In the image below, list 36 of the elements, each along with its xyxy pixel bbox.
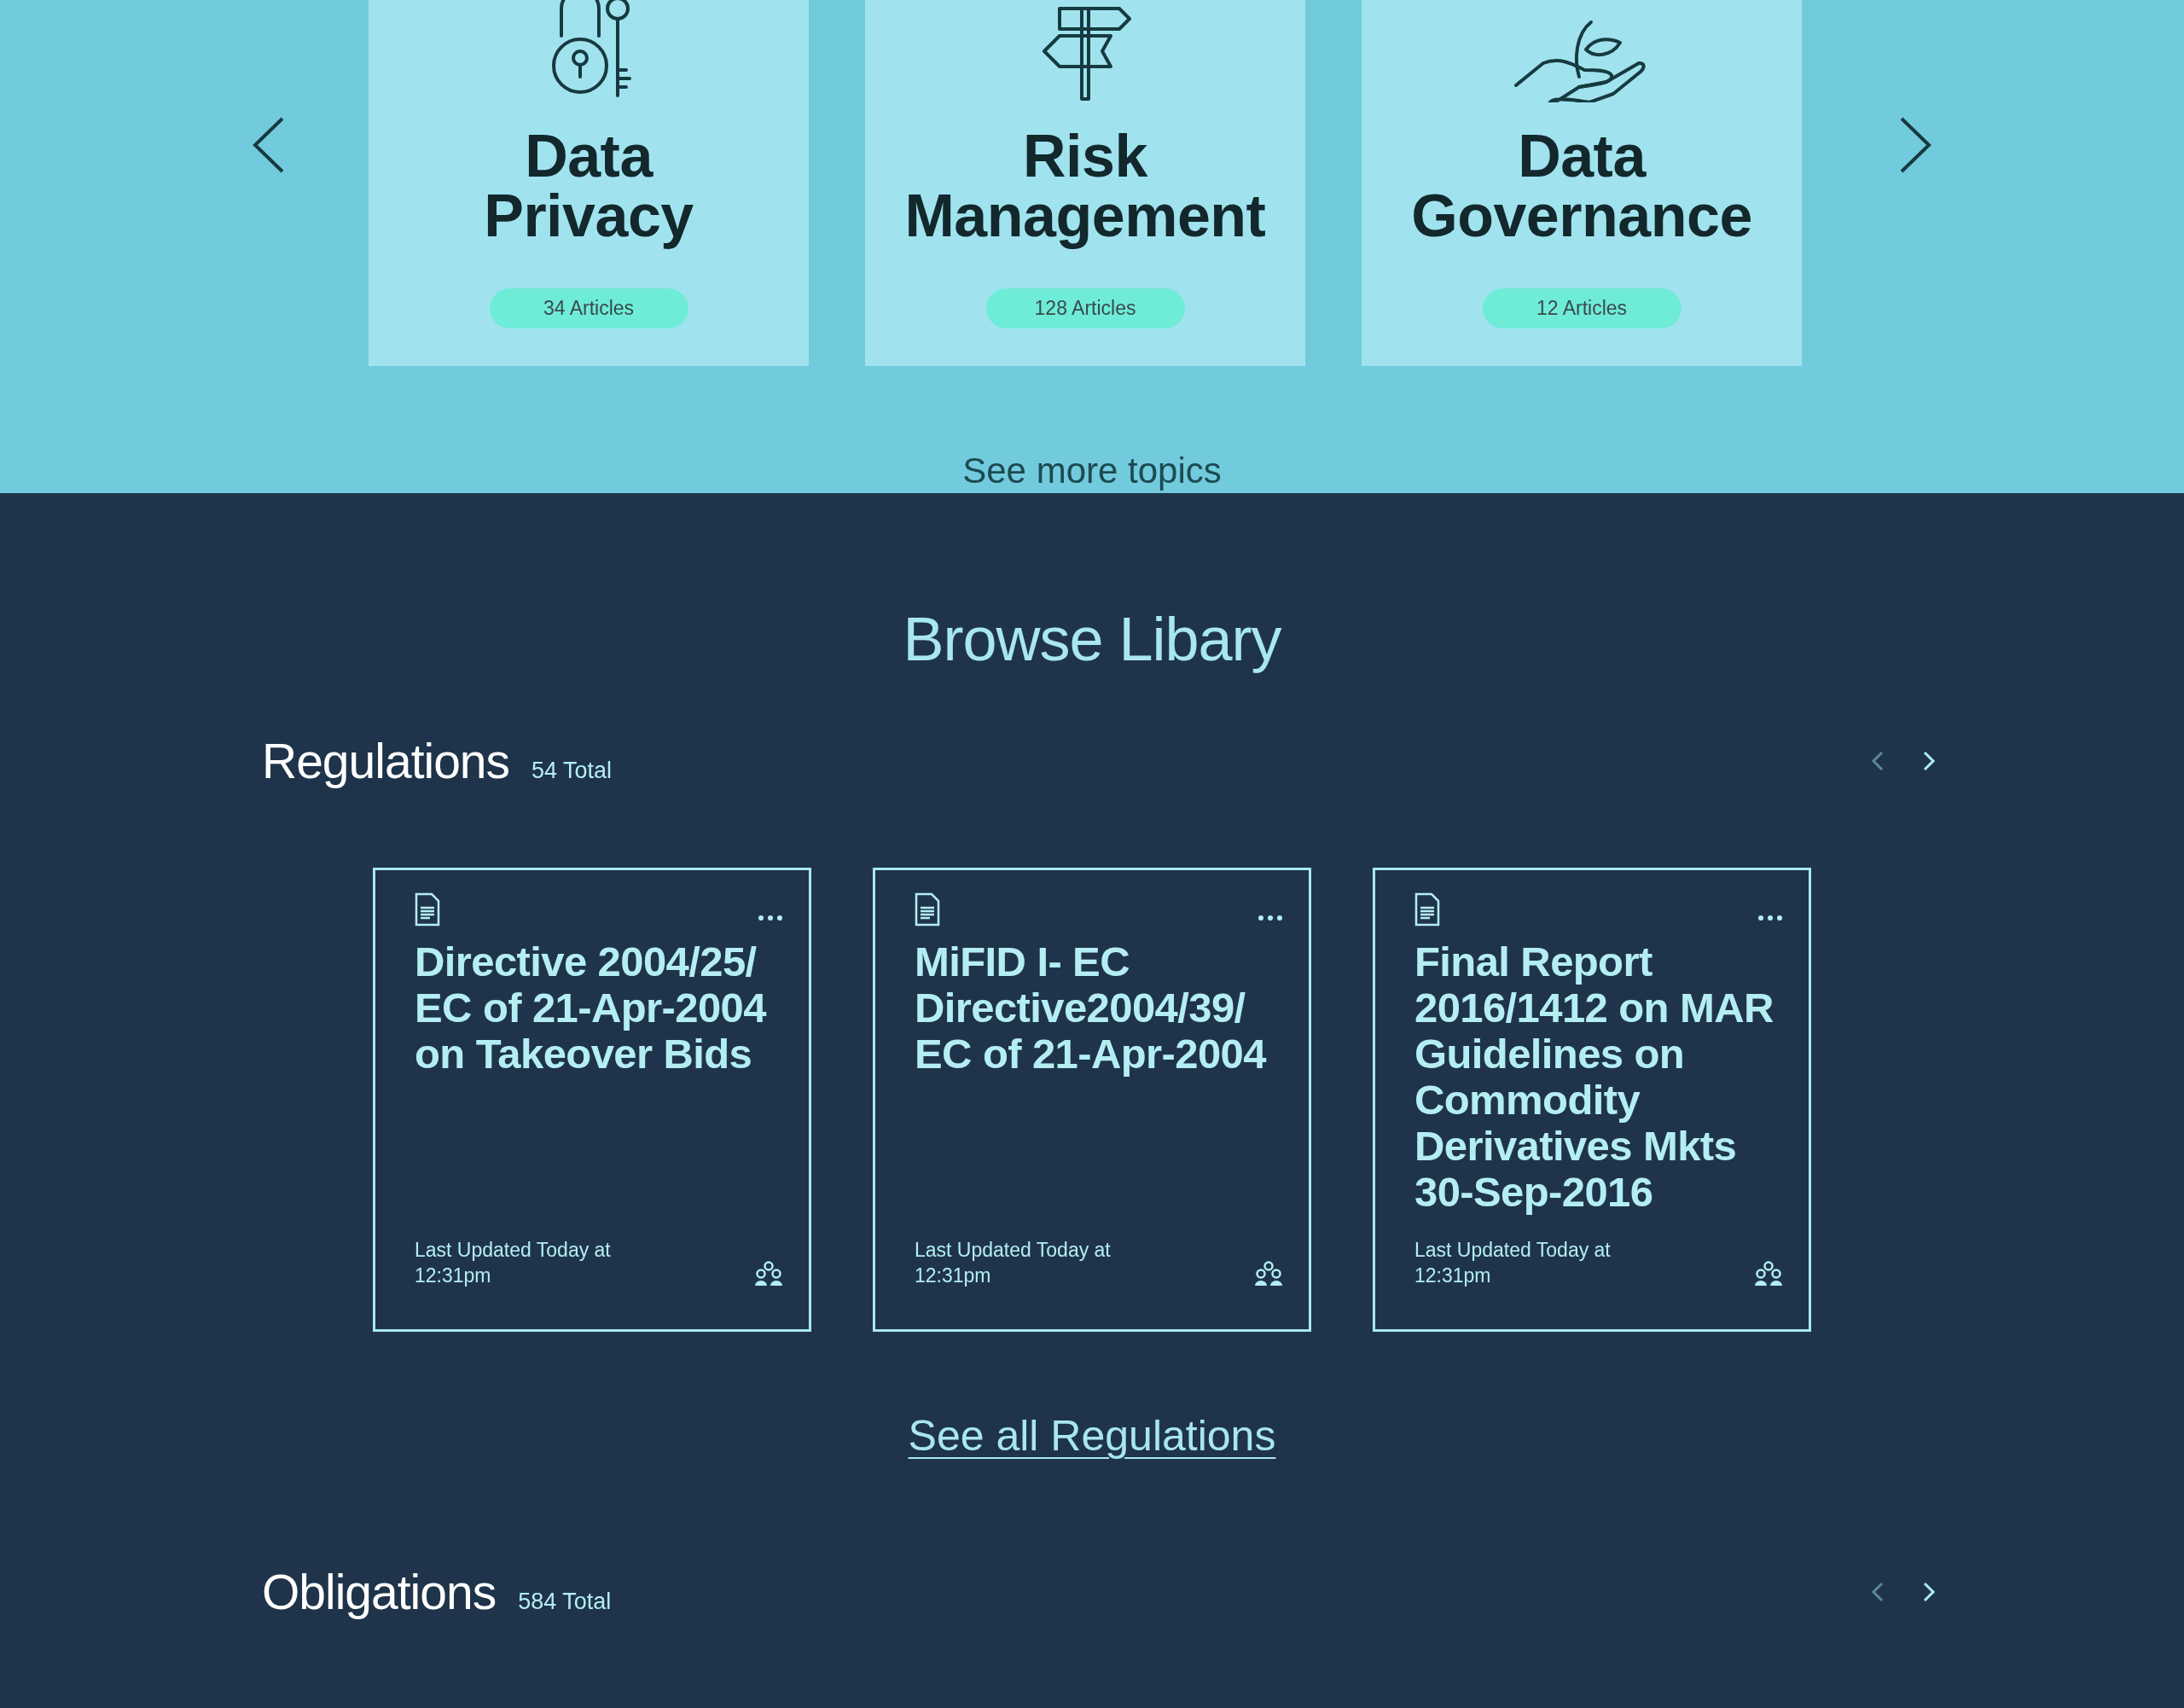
article-count-badge: 12 Articles (1482, 288, 1682, 328)
topic-card[interactable]: Data Privacy 34 Articles (369, 0, 809, 366)
document-card[interactable]: Directive 2004/25/ EC of 21-Apr-2004 on Takeover Bids Last Updated Today at 12:31pm (373, 868, 811, 1332)
more-options-icon[interactable] (1258, 915, 1283, 921)
category-heading: Obligations (262, 1564, 497, 1621)
next-arrow[interactable] (1898, 115, 1932, 175)
previous-arrow[interactable] (252, 115, 286, 175)
more-options-icon[interactable] (1757, 915, 1783, 921)
article-count-badge: 128 Articles (985, 288, 1185, 328)
people-icon (1754, 1261, 1783, 1287)
people-icon (754, 1261, 783, 1287)
topic-card[interactable]: Risk Management 128 Articles (865, 0, 1305, 366)
last-updated-text: Last Updated Today at 12:31pm (1414, 1238, 1612, 1288)
last-updated-text: Last Updated Today at 12:31pm (915, 1238, 1112, 1288)
see-all-link[interactable]: See all Regulations (908, 1410, 1276, 1461)
next-arrow[interactable] (1921, 750, 1937, 772)
next-arrow[interactable] (1921, 1581, 1937, 1603)
last-updated-text: Last Updated Today at 12:31pm (415, 1238, 612, 1288)
total-count: 584 Total (518, 1589, 612, 1615)
document-title: Final Report 2016/1412 on MAR Guidelines on Commodity Derivatives Mkts 30-Sep-2016 (1414, 938, 1774, 1217)
see-more-link[interactable]: See more topics (962, 450, 1222, 491)
document-card[interactable]: MiFID I- EC Directive2004/39/ EC of 21-Apr-2004 Last Updated Today at 12:31pm (873, 868, 1311, 1332)
total-count: 54 Total (531, 758, 613, 784)
document-title: MiFID I- EC Directive2004/39/ EC of 21-Apr-2004 (915, 938, 1268, 1078)
more-options-icon[interactable] (758, 915, 783, 921)
document-icon (1414, 892, 1440, 927)
topic-card[interactable]: Data Governance 12 Articles (1362, 0, 1802, 366)
document-card[interactable]: Final Report 2016/1412 on MAR Guidelines on Commodity Derivatives Mkts 30-Sep-2016 Last Updated Today at 12:31pm (1373, 868, 1811, 1332)
section-title: Browse Libary (903, 604, 1281, 675)
article-count-badge: 34 Articles (489, 288, 688, 328)
topic-title: Data Governance (1411, 126, 1752, 246)
document-icon (915, 892, 940, 927)
people-icon (1254, 1261, 1283, 1287)
document-title: Directive 2004/25/ EC of 21-Apr-2004 on Takeover Bids (415, 938, 768, 1078)
document-icon (415, 892, 440, 927)
category-heading: Regulations (262, 733, 510, 790)
